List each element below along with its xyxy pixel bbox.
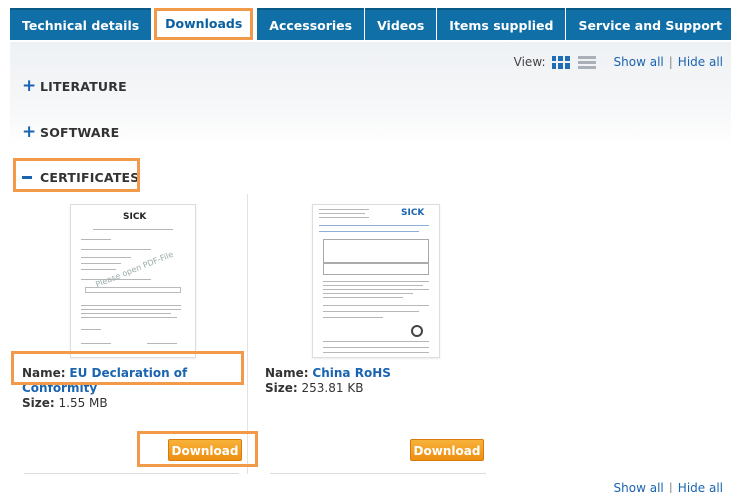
link-separator: |: [668, 55, 673, 69]
view-bar: View: Show all | Hide all: [514, 55, 723, 69]
hide-all-link[interactable]: Hide all: [678, 55, 723, 69]
document-thumbnail[interactable]: SICK: [312, 204, 440, 358]
tab-videos[interactable]: Videos: [365, 8, 437, 40]
download-highlight: [137, 431, 258, 467]
section-software-label: SOFTWARE: [40, 125, 120, 140]
sick-logo: SICK: [123, 212, 147, 222]
sick-logo: SICK: [401, 208, 425, 218]
file-name-link[interactable]: China RoHS: [312, 366, 390, 380]
show-all-link[interactable]: Show all: [614, 55, 664, 69]
download-button[interactable]: Download: [410, 439, 484, 461]
grid-view-icon[interactable]: [551, 55, 570, 69]
tab-service-and-support[interactable]: Service and Support: [566, 8, 731, 40]
hide-all-link[interactable]: Hide all: [678, 481, 723, 493]
file-meta: Name: China RoHS Size: 253.81 KB: [265, 366, 391, 396]
file-size: 253.81 KB: [301, 381, 364, 395]
certificates-highlight: [13, 158, 140, 192]
tab-items-supplied[interactable]: Items supplied: [437, 8, 566, 40]
document-thumbnail[interactable]: SICK Please open PDF-File: [70, 204, 196, 358]
size-label: Size:: [22, 396, 55, 410]
section-software[interactable]: + SOFTWARE: [22, 124, 119, 141]
view-label: View:: [513, 55, 546, 69]
expand-icon: +: [22, 76, 37, 96]
expand-icon: +: [22, 122, 37, 142]
list-view-icon[interactable]: [577, 55, 596, 69]
tab-downloads[interactable]: Downloads: [154, 8, 254, 40]
name-highlight: [11, 351, 244, 385]
certificate-card: SICK Name: China RoHS Size: 253.81 KB Do…: [260, 194, 494, 474]
show-all-link[interactable]: Show all: [614, 481, 664, 493]
file-size: 1.55 MB: [58, 396, 108, 410]
tab-bar: Technical details Downloads Accessories …: [10, 8, 731, 42]
link-separator: |: [668, 481, 673, 493]
name-label: Name:: [265, 366, 309, 380]
section-literature-label: LITERATURE: [40, 79, 127, 94]
tab-accessories[interactable]: Accessories: [257, 8, 365, 40]
bottom-view-links: Show all | Hide all: [614, 481, 723, 493]
tab-technical-details[interactable]: Technical details: [10, 8, 152, 40]
section-literature[interactable]: + LITERATURE: [22, 78, 127, 95]
size-label: Size:: [265, 381, 298, 395]
